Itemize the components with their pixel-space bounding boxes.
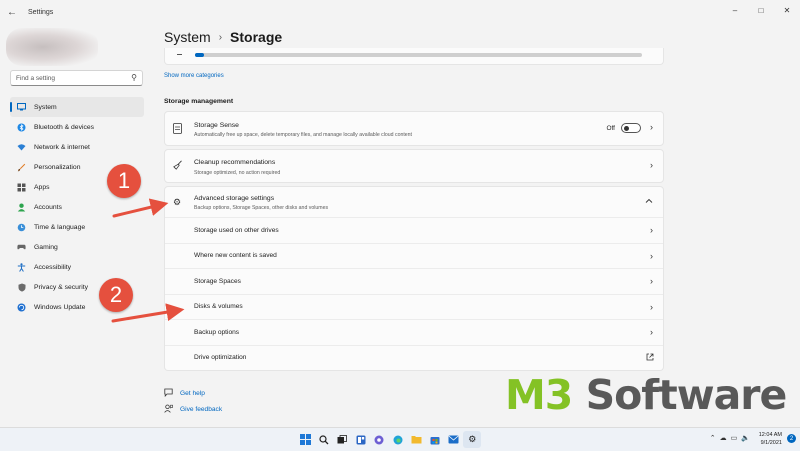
notification-badge[interactable]: 2 bbox=[787, 434, 796, 443]
speaker-icon[interactable]: 🔈 bbox=[741, 434, 750, 442]
watermark-software: Software bbox=[572, 371, 788, 419]
taskbar-clock[interactable]: 12:04 AM 9/1/2021 bbox=[759, 431, 782, 447]
display-icon[interactable]: ▭ bbox=[731, 434, 738, 442]
chevron-up-icon[interactable]: ⌃ bbox=[710, 434, 716, 442]
search-icon[interactable] bbox=[315, 431, 333, 448]
clock-date: 9/1/2021 bbox=[760, 440, 782, 446]
step-badge-2: 2 bbox=[99, 278, 133, 312]
watermark-m3: M3 bbox=[505, 371, 573, 419]
system-tray: ⌃ ☁ ▭ 🔈 bbox=[706, 434, 750, 442]
start-icon[interactable] bbox=[296, 431, 314, 448]
store-icon[interactable] bbox=[426, 431, 444, 448]
cloud-icon[interactable]: ☁ bbox=[720, 434, 727, 442]
watermark-logo: M3 Software bbox=[505, 375, 787, 416]
widgets-icon[interactable] bbox=[352, 431, 370, 448]
step-badge-1: 1 bbox=[107, 164, 141, 198]
arrow-to-disks-volumes bbox=[111, 303, 185, 323]
settings-gear-icon[interactable]: ⚙ bbox=[463, 431, 482, 448]
taskbar-apps: ⚙ bbox=[296, 431, 482, 448]
mail-icon[interactable] bbox=[445, 431, 463, 448]
edge-icon[interactable] bbox=[389, 431, 407, 448]
clock-time: 12:04 AM bbox=[758, 432, 782, 438]
teams-chat-icon[interactable] bbox=[370, 431, 388, 448]
arrow-to-advanced-storage bbox=[112, 198, 169, 218]
task-view-icon[interactable] bbox=[333, 431, 351, 448]
file-explorer-icon[interactable] bbox=[408, 431, 426, 448]
taskbar: ⚙ ⌃ ☁ ▭ 🔈 12:04 AM 9/1/2021 2 bbox=[0, 427, 800, 451]
